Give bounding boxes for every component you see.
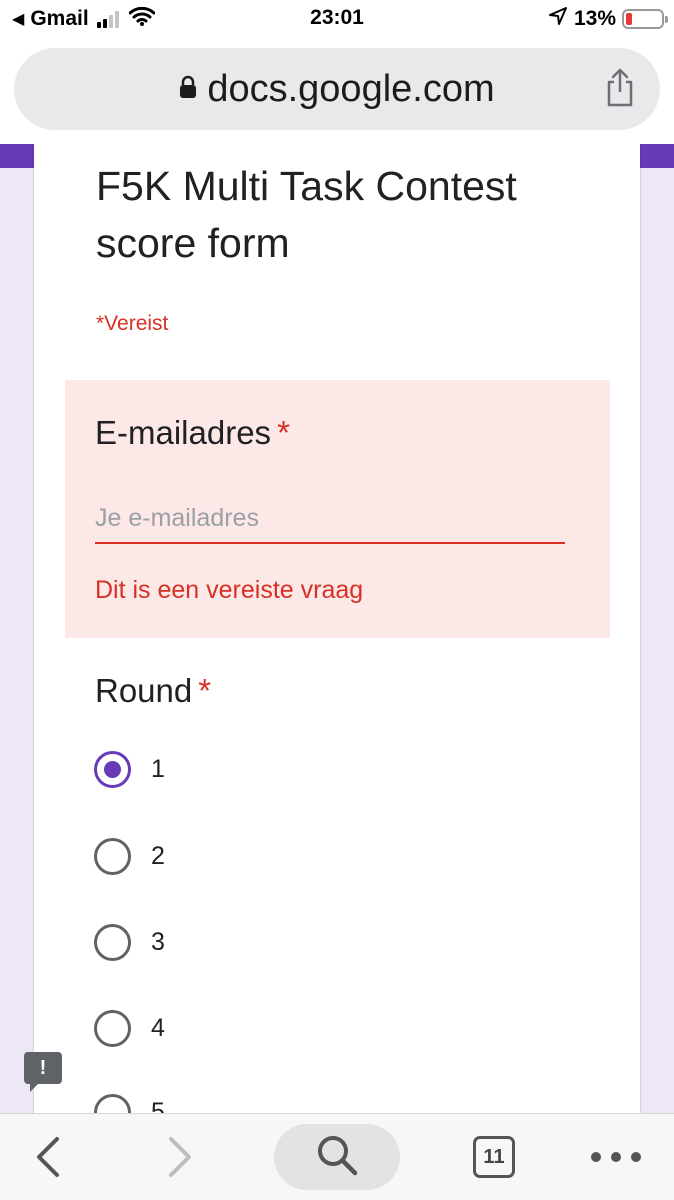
radio-button-checked[interactable] [94,751,131,788]
radio-option-4[interactable]: 4 [94,1010,165,1047]
email-field[interactable] [95,494,565,544]
radio-button[interactable] [94,924,131,961]
report-icon[interactable]: ! [24,1052,62,1092]
radio-button[interactable] [94,1094,131,1113]
email-label-text: E-mailadres [95,414,272,451]
url-display[interactable]: docs.google.com [14,68,660,111]
radio-option-5[interactable]: 5 [94,1094,165,1113]
round-question-label: Round * [95,672,211,710]
radio-option-1[interactable]: 1 [94,751,165,788]
battery-percent: 13% [573,7,616,30]
email-question: E-mailadres* Dit is een vereiste vraag [65,380,610,638]
radio-button[interactable] [94,1010,131,1047]
radio-option-3[interactable]: 3 [94,924,165,961]
status-bar: ◀ Gmail 23:01 13% [0,0,674,36]
url-bar[interactable]: docs.google.com [14,48,660,130]
email-question-label: E-mailadres * [95,414,290,452]
status-right: 13% [548,6,668,32]
browser-url-area: docs.google.com [0,36,674,144]
tabs-icon: 11 [473,1136,515,1178]
form-page: F5K Multi Task Contest score form *Verei… [0,144,674,1113]
back-chevron-icon[interactable] [26,1124,70,1190]
radio-button[interactable] [94,838,131,875]
radio-label: 3 [151,928,165,956]
form-title: F5K Multi Task Contest score form [96,163,517,266]
required-note: *Vereist [96,312,169,335]
search-icon [315,1133,359,1182]
required-star: * [277,414,290,451]
battery-icon [622,9,668,29]
round-label-text: Round [95,672,193,709]
share-icon[interactable] [604,68,636,113]
radio-label: 2 [151,842,165,870]
forward-chevron-icon[interactable] [158,1124,202,1190]
browser-toolbar: 11 [0,1113,674,1200]
tabs-button[interactable]: 11 [468,1124,520,1190]
more-icon[interactable] [586,1124,646,1190]
radio-option-2[interactable]: 2 [94,838,165,875]
form-card: F5K Multi Task Contest score form *Verei… [34,144,640,1113]
email-error-message: Dit is een vereiste vraag [95,576,364,604]
search-button[interactable] [274,1124,400,1190]
required-star: * [198,672,212,709]
radio-label: 1 [151,755,165,783]
radio-label: 4 [151,1014,165,1042]
url-text: docs.google.com [207,68,495,110]
radio-label: 5 [151,1098,165,1113]
location-arrow-icon [548,6,568,32]
lock-icon [179,66,197,109]
